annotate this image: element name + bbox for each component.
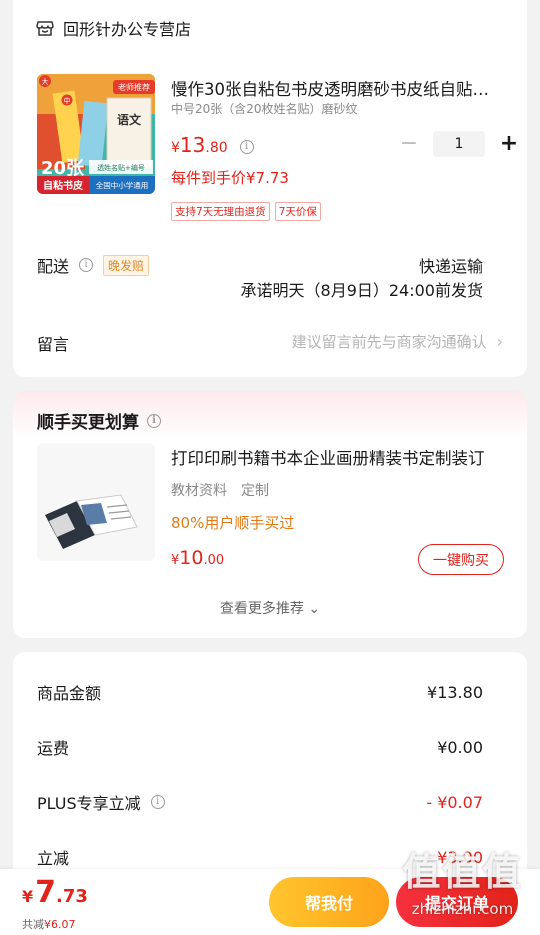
addon-product-name[interactable]: 打印印刷书籍书本企业画册精装书定制装订	[171, 445, 507, 469]
shipping-method[interactable]: 快递运输	[419, 253, 483, 277]
product-price: ¥ 13 .80 i	[171, 133, 254, 157]
store-icon	[35, 18, 55, 38]
summary-label: 商品金额	[37, 684, 102, 703]
total-decimal: .73	[56, 886, 88, 907]
total-currency: ¥	[22, 887, 34, 906]
price-currency: ¥	[171, 140, 180, 156]
service-tag-price-protect: 7天价保	[274, 202, 321, 221]
thumb-promo: 透姓名贴+编号	[97, 163, 145, 172]
more-recommendations-link[interactable]: 查看更多推荐 ⌄	[13, 598, 527, 618]
thumb-medium-label: 中	[64, 96, 71, 105]
total-discount[interactable]: 共减¥6.07	[22, 916, 76, 932]
addon-price: ¥ 10 .00	[171, 547, 224, 569]
price-integer: 13	[179, 133, 206, 157]
message-placeholder: 建议留言前先与商家沟通确认	[291, 333, 487, 351]
thumb-school: 全国中小学通用	[96, 180, 149, 190]
summary-value: - ¥0.07	[426, 792, 483, 812]
more-recommendations-label: 查看更多推荐	[219, 601, 304, 617]
price-info-icon[interactable]: i	[239, 140, 254, 154]
addon-title-text: 顺手买更划算	[37, 413, 139, 433]
summary-row-instant-discount: 立减 - ¥3.00	[37, 845, 483, 869]
total-price: ¥ 7 .73	[22, 875, 88, 910]
thumb-count: 20张	[41, 158, 85, 179]
summary-label: PLUS专享立减	[37, 794, 141, 813]
discount-label: 共减	[22, 918, 44, 931]
chevron-down-icon: ⌄	[308, 601, 321, 617]
chevron-right-icon: ›	[496, 332, 503, 351]
quantity-input[interactable]: 1	[433, 131, 485, 157]
plus-discount-info-icon[interactable]: i	[150, 795, 165, 809]
summary-row-shipping: 运费 ¥0.00	[37, 735, 483, 759]
service-tag-return: 支持7天无理由退货	[171, 202, 270, 221]
discount-amount: ¥6.07	[44, 918, 76, 931]
summary-value: ¥13.80	[427, 682, 483, 702]
addon-tag-category: 教材资料	[171, 483, 227, 499]
delivery-label: 配送	[37, 257, 70, 276]
price-summary-card: 商品金额 ¥13.80 运费 ¥0.00 PLUS专享立减 i - ¥0.07 …	[13, 652, 527, 882]
store-name: 回形针办公专营店	[63, 20, 192, 39]
summary-value: - ¥3.00	[426, 847, 483, 867]
price-decimal: .80	[205, 140, 228, 156]
quantity-minus-button[interactable]: −	[397, 133, 421, 155]
addon-price-currency: ¥	[171, 553, 180, 568]
thumb-label: 自粘书皮	[43, 179, 83, 192]
one-click-buy-button[interactable]: 一键购买	[418, 544, 504, 575]
service-tags: 支持7天无理由退货 7天价保	[171, 202, 321, 221]
late-compensation-tag: 晚发赔	[103, 254, 150, 276]
store-order-card: 回形针办公专营店 老师推荐 大 中 语文 20张 透姓名贴+编号 自粘书皮 全国…	[13, 0, 527, 377]
store-header[interactable]: 回形针办公专营店	[35, 16, 191, 40]
per-item-price: 每件到手价¥7.73	[171, 169, 289, 187]
help-pay-button[interactable]: 帮我付	[269, 877, 389, 927]
addon-price-decimal: .00	[203, 553, 225, 568]
addon-price-integer: 10	[179, 547, 204, 569]
summary-label: 立减	[37, 849, 70, 868]
summary-label-group: PLUS专享立减 i	[37, 790, 165, 814]
addon-info-icon[interactable]: i	[147, 413, 161, 428]
delivery-row: 配送 i 晚发赔	[37, 253, 150, 277]
quantity-stepper: − 1 +	[397, 131, 521, 157]
checkout-bar: ¥ 7 .73 共减¥6.07 帮我付 提交订单	[0, 869, 540, 935]
message-input[interactable]: 建议留言前先与商家沟通确认 ›	[292, 331, 503, 352]
quantity-plus-button[interactable]: +	[497, 133, 521, 155]
submit-order-button[interactable]: 提交订单	[396, 877, 518, 927]
shipping-promise: 承诺明天（8月9日）24:00前发货	[240, 281, 483, 300]
addon-section-title: 顺手买更划算 i	[37, 408, 161, 433]
product-thumbnail[interactable]: 老师推荐 大 中 语文 20张 透姓名贴+编号 自粘书皮 全国中小学通用	[37, 74, 155, 194]
addon-product-tags: 教材资料 定制	[171, 480, 269, 500]
thumb-teacher-badge: 老师推荐	[118, 82, 150, 92]
summary-value: ¥0.00	[437, 737, 483, 757]
summary-row-goods-amount: 商品金额 ¥13.80	[37, 680, 483, 704]
thumb-book-text: 语文	[117, 112, 142, 127]
product-spec[interactable]: 中号20张（含20枚姓名贴）磨砂纹	[171, 100, 358, 117]
product-title[interactable]: 慢作30张自粘包书皮透明磨砂书皮纸自贴书套防水加厚一二三年级	[171, 76, 501, 100]
message-label: 留言	[37, 335, 70, 354]
total-integer: 7	[35, 875, 57, 910]
addon-product-thumbnail[interactable]	[37, 443, 155, 561]
addon-card: 顺手买更划算 i 打印印刷书籍书本企业画册精装书定制装订 教材资料 定制 80%…	[13, 391, 527, 638]
addon-bought-text: 80%用户顺手买过	[171, 514, 295, 532]
delivery-info-icon[interactable]: i	[79, 258, 94, 272]
thumb-large-label: 大	[42, 77, 49, 86]
summary-label: 运费	[37, 739, 70, 758]
addon-tag-custom: 定制	[241, 483, 269, 499]
summary-row-plus-discount: PLUS专享立减 i - ¥0.07	[37, 790, 483, 814]
